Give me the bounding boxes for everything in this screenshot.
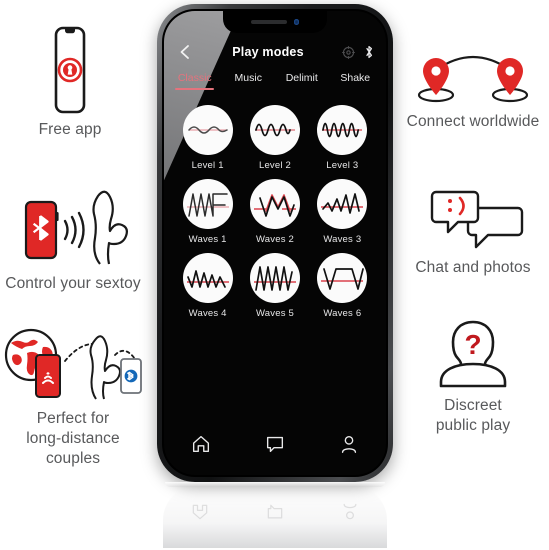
tab-classic[interactable]: Classic <box>168 71 222 90</box>
mode-label: Waves 5 <box>255 308 294 319</box>
two-map-pins-arc-icon <box>409 50 537 106</box>
globe-phone-toy-icon <box>3 325 143 403</box>
target-settings-icon[interactable] <box>342 45 355 59</box>
feature-caption: Chat and photos <box>415 259 531 276</box>
mode-card[interactable]: Level 3 <box>309 105 376 171</box>
chat-bubble-icon[interactable] <box>264 433 286 455</box>
feature-discreet-public-play: ? Discreet public play <box>397 318 549 436</box>
phone-mockup: Play modes Classic Music Delimit Shake L… <box>157 4 393 494</box>
mode-label: Waves 1 <box>188 234 227 245</box>
app-header: Play modes <box>164 39 386 65</box>
phone-reflection-icons <box>163 495 387 529</box>
phone-notch <box>223 11 327 33</box>
mode-label: Waves 4 <box>188 308 227 319</box>
caption-line-1: Discreet <box>444 397 502 414</box>
caption-line-1: Perfect for <box>36 410 110 427</box>
mode-grid: Level 1 Level 2 Level 3 Waves 1 Waves 2 … <box>164 105 386 319</box>
wave-icon-sine-high-frequency <box>317 105 368 155</box>
wave-icon-zigzag-descending <box>182 253 233 303</box>
caption-line-2: public play <box>435 416 511 434</box>
header-actions <box>342 45 374 59</box>
mode-label: Level 3 <box>326 160 359 171</box>
mode-label: Waves 2 <box>255 234 294 245</box>
mode-card[interactable]: Waves 6 <box>309 253 376 319</box>
mode-label: Level 1 <box>191 160 224 171</box>
mode-card[interactable]: Waves 2 <box>241 179 308 245</box>
wave-icon-sawtooth-peaks <box>249 253 300 303</box>
wave-icon-ramp-step <box>182 179 233 229</box>
profile-icon[interactable] <box>338 433 360 455</box>
feature-connect-worldwide: Connect worldwide <box>397 50 549 132</box>
page-title: Play modes <box>232 45 304 59</box>
svg-text:?: ? <box>464 329 481 360</box>
feature-control-sextoy: Control your sextoy <box>0 190 146 294</box>
phone-frame: Play modes Classic Music Delimit Shake L… <box>157 4 393 482</box>
feature-caption: Perfect for long-distance couples <box>26 409 120 468</box>
feature-caption: Connect worldwide <box>406 113 540 130</box>
feature-chat-photos: Chat and photos <box>397 188 549 278</box>
mode-card[interactable]: Waves 5 <box>241 253 308 319</box>
feature-caption: Free app <box>38 121 102 138</box>
mode-card[interactable]: Level 1 <box>174 105 241 171</box>
promo-collage: Free app Control your sextoy Perfect for… <box>0 0 549 550</box>
phone-bluetooth-toy-icon <box>10 190 136 268</box>
phone-with-lock-badge-icon <box>42 26 98 114</box>
home-icon-reflection <box>190 502 210 522</box>
profile-icon-reflection <box>340 502 360 522</box>
wave-icon-zigzag-wide <box>249 179 300 229</box>
phone-base-highlight <box>165 482 385 487</box>
wave-icon-sine-low-amplitude <box>182 105 233 155</box>
tab-music[interactable]: Music <box>222 71 276 84</box>
earpiece-speaker <box>250 20 287 24</box>
caption-line-2: long-distance <box>26 429 120 447</box>
wave-icon-sine-medium <box>249 105 300 155</box>
feature-caption: Discreet public play <box>436 396 510 436</box>
front-camera <box>293 19 300 25</box>
mode-card[interactable]: Level 2 <box>241 105 308 171</box>
wave-icon-trapezoid-pulse <box>317 253 368 303</box>
chat-bubble-icon-reflection <box>265 502 285 522</box>
mode-label: Level 2 <box>258 160 292 171</box>
caption-line-3: couples <box>45 449 101 467</box>
mode-label: Waves 6 <box>323 308 362 319</box>
phone-bezel: Play modes Classic Music Delimit Shake L… <box>162 9 388 477</box>
mode-card[interactable]: Waves 3 <box>309 179 376 245</box>
feature-long-distance: Perfect for long-distance couples <box>0 325 146 468</box>
bottom-nav <box>164 427 386 461</box>
person-question-mark-icon: ? <box>417 318 529 390</box>
mode-card[interactable]: Waves 1 <box>174 179 241 245</box>
phone-reflection <box>163 486 387 548</box>
mode-tabs: Classic Music Delimit Shake <box>164 71 386 95</box>
mode-card[interactable]: Waves 4 <box>174 253 241 319</box>
feature-free-app: Free app <box>0 26 140 140</box>
wave-icon-zigzag-rising <box>317 179 368 229</box>
mode-label: Waves 3 <box>323 234 362 245</box>
speech-bubbles-smiley-icon <box>418 188 528 252</box>
bluetooth-icon[interactable] <box>364 45 374 59</box>
app-screen: Play modes Classic Music Delimit Shake L… <box>164 11 386 475</box>
chevron-left-icon[interactable] <box>176 43 194 61</box>
tab-shake[interactable]: Shake <box>329 71 383 84</box>
feature-caption: Control your sextoy <box>5 275 141 292</box>
home-icon[interactable] <box>190 433 212 455</box>
tab-delimit[interactable]: Delimit <box>275 71 329 84</box>
